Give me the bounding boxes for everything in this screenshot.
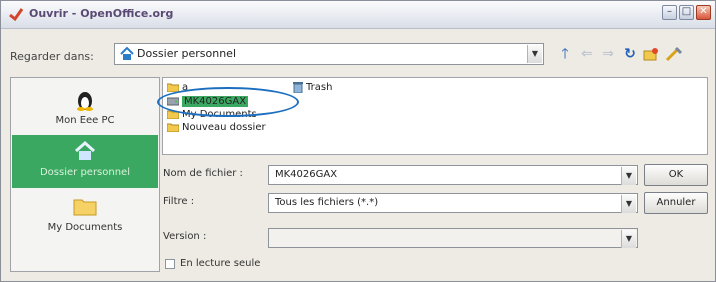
place-label: Dossier personnel [39,167,130,178]
chevron-down-icon[interactable]: ▼ [621,195,636,213]
file-name: Nouveau dossier [182,122,266,133]
close-button[interactable]: ✕ [696,5,711,20]
place-dossier-personnel[interactable]: Dossier personnel [12,135,158,188]
version-select[interactable]: ▼ [268,228,638,248]
place-label: Mon Eee PC [55,115,115,126]
folder-icon [167,123,179,132]
chevron-down-icon[interactable]: ▼ [621,167,636,185]
home-icon [75,141,95,160]
new-folder-icon [643,48,658,61]
filter-value: Tous les fichiers (*.*) [275,197,379,208]
refresh-icon: ↻ [624,46,636,62]
cancel-button[interactable]: Annuler [644,192,708,214]
folder-icon [73,199,97,216]
lookin-combo[interactable]: Dossier personnel ▼ [114,43,544,65]
filename-label: Nom de fichier : [163,168,243,179]
chevron-down-icon[interactable]: ▼ [527,45,542,63]
open-dialog: Ouvrir - OpenOffice.org – □ ✕ Regarder d… [0,0,716,282]
title-bar[interactable]: Ouvrir - OpenOffice.org – □ ✕ [1,1,715,29]
ok-button[interactable]: OK [644,164,708,186]
up-folder-button[interactable]: 🡑 [556,45,574,63]
highlight-ellipse [157,87,299,117]
maximize-button[interactable]: □ [679,5,694,20]
forward-button[interactable]: ⇒ [599,45,617,63]
file-item[interactable]: Nouveau dossier [167,121,266,134]
back-button[interactable]: ⇐ [578,45,596,63]
window-title: Ouvrir - OpenOffice.org [29,7,174,20]
lookin-label: Regarder dans: [10,50,94,63]
minimize-button[interactable]: – [662,5,677,20]
trash-icon [293,82,303,93]
options-button[interactable] [665,45,683,63]
arrow-left-icon: ⇐ [581,46,593,62]
linux-penguin-icon [77,92,93,111]
filter-label: Filtre : [163,196,195,207]
openoffice-logo-icon [9,8,24,22]
filename-value: MK4026GAX [275,169,338,180]
chevron-down-icon[interactable]: ▼ [621,230,636,248]
places-panel: Mon Eee PC Dossier personnel My Document… [10,77,160,272]
filter-select[interactable]: Tous les fichiers (*.*) ▼ [268,193,638,213]
filename-input[interactable]: MK4026GAX ▼ [268,165,638,185]
place-mon-eee-pc[interactable]: Mon Eee PC [12,81,158,135]
arrow-up-icon: 🡑 [561,46,569,62]
new-folder-button[interactable] [642,45,660,63]
refresh-button[interactable]: ↻ [621,45,639,63]
home-icon [120,47,134,60]
arrow-right-icon: ⇒ [602,46,614,62]
readonly-label: En lecture seule [180,258,261,269]
lookin-value: Dossier personnel [137,47,237,60]
place-my-documents[interactable]: My Documents [12,190,158,244]
tools-icon [665,46,683,62]
file-item[interactable]: Trash [293,81,332,94]
place-label: My Documents [47,222,123,233]
version-label: Version : [163,231,207,242]
file-name: Trash [306,82,333,93]
readonly-checkbox[interactable] [165,259,175,269]
